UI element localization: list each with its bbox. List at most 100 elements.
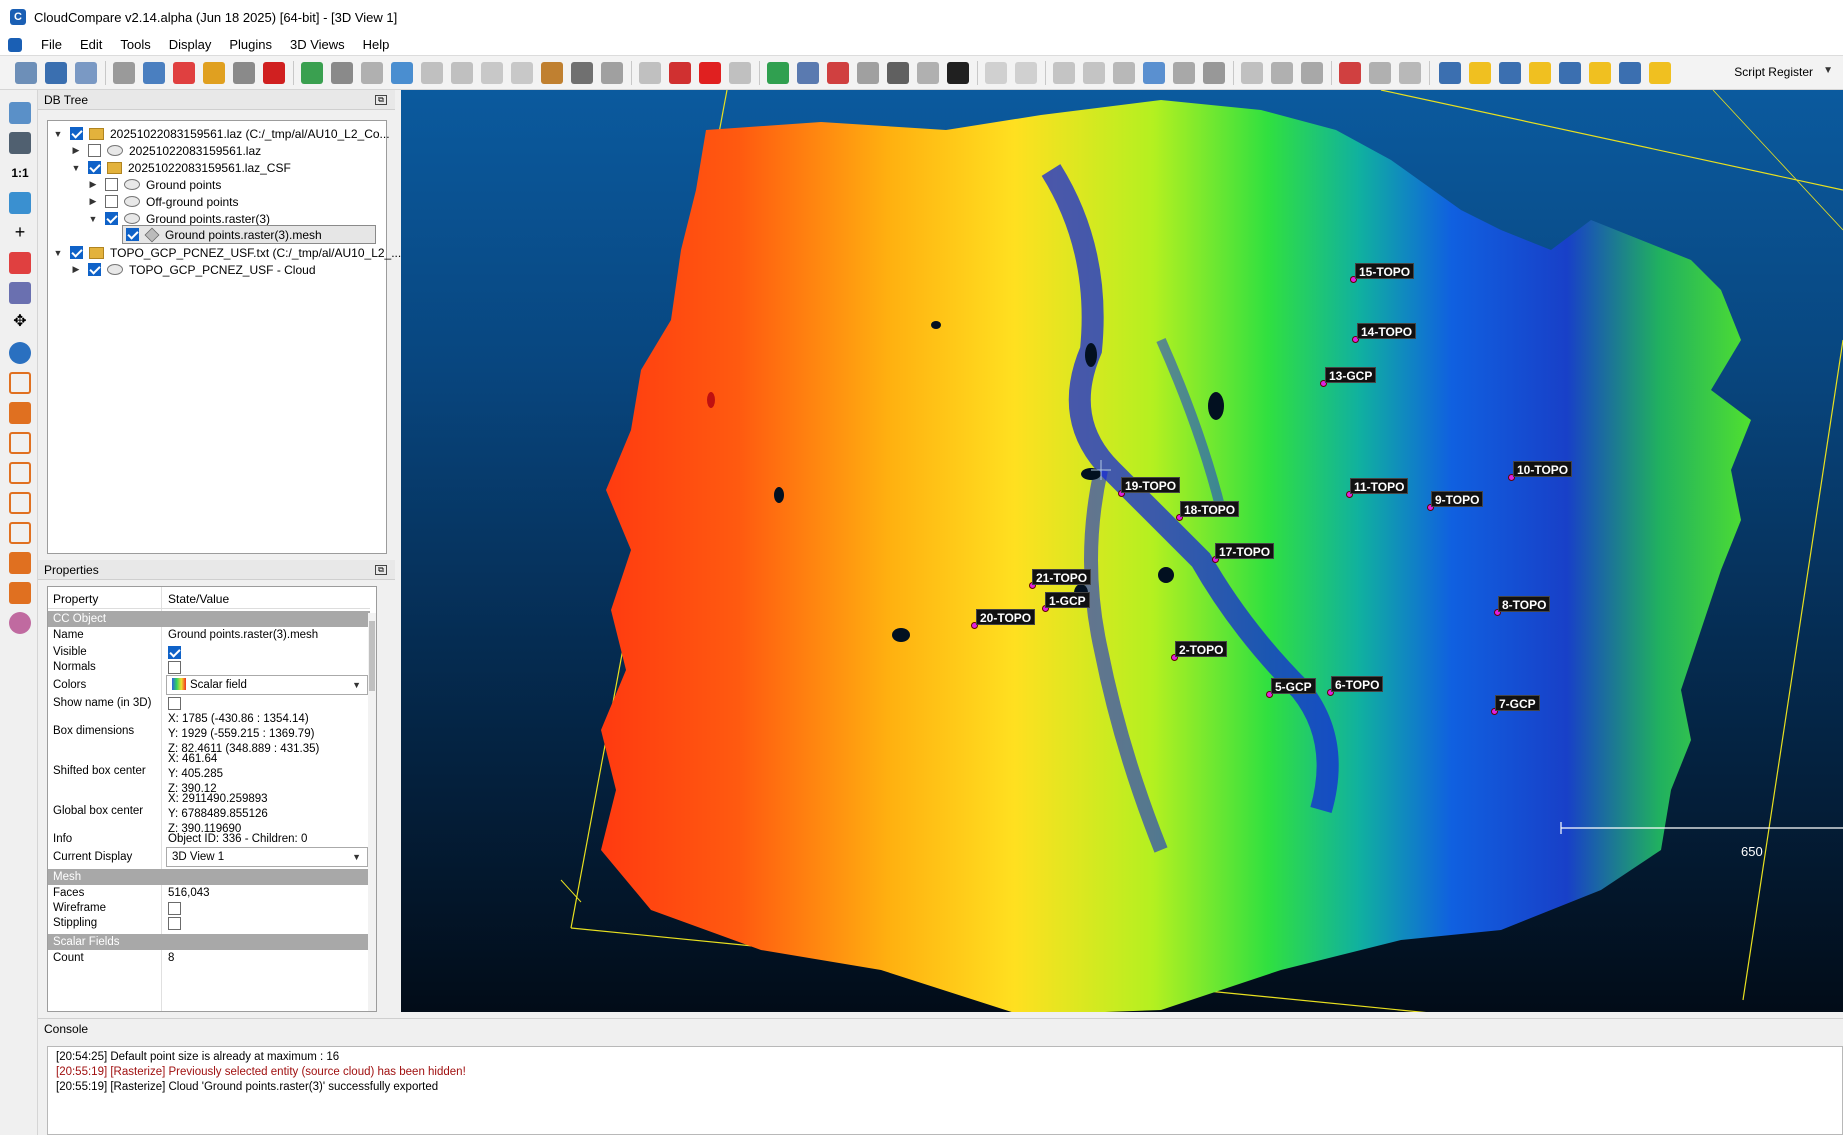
camera-icon[interactable] <box>9 132 31 154</box>
console-log[interactable]: [20:54:25] Default point size is already… <box>47 1046 1843 1135</box>
bounding-icon[interactable] <box>481 62 503 84</box>
expand-arrow-icon[interactable]: ▼ <box>52 129 64 139</box>
colors-icon[interactable] <box>203 62 225 84</box>
list-icon[interactable] <box>143 62 165 84</box>
properties-scrollbar[interactable] <box>368 613 376 1011</box>
sample-icon[interactable] <box>421 62 443 84</box>
menu-file[interactable]: File <box>32 37 71 52</box>
cc-icon[interactable] <box>511 62 533 84</box>
front-iso-icon[interactable] <box>9 552 31 574</box>
mls-icon[interactable] <box>1301 62 1323 84</box>
gcp-label-18-topo[interactable]: 18-TOPO <box>1180 501 1240 517</box>
gcp-label-17-topo[interactable]: 17-TOPO <box>1215 543 1275 559</box>
zoom-icon[interactable] <box>9 342 31 364</box>
expand-arrow-icon[interactable]: ▼ <box>52 248 64 258</box>
gcp-label-9-topo[interactable]: 9-TOPO <box>1431 491 1484 507</box>
display-icon[interactable] <box>9 102 31 124</box>
expand-arrow-icon[interactable]: ▶ <box>70 145 82 156</box>
export-icon[interactable] <box>1399 62 1421 84</box>
gcp-label-1-gcp[interactable]: 1-GCP <box>1045 592 1090 608</box>
distance-icon[interactable] <box>451 62 473 84</box>
subsample-icon[interactable] <box>361 62 383 84</box>
python-info-icon[interactable] <box>1499 62 1521 84</box>
visibility-checkbox[interactable] <box>70 246 83 259</box>
gcp-label-15-topo[interactable]: 15-TOPO <box>1355 263 1415 279</box>
merge-icon[interactable] <box>233 62 255 84</box>
move-icon[interactable]: ✥ <box>9 312 31 334</box>
visibility-checkbox[interactable] <box>105 178 118 191</box>
view-bottom-icon[interactable] <box>9 522 31 544</box>
plot-icon[interactable] <box>797 62 819 84</box>
visibility-checkbox[interactable] <box>88 263 101 276</box>
crosshair-icon[interactable] <box>669 62 691 84</box>
expand-arrow-icon[interactable]: ▼ <box>70 163 82 173</box>
ssd-icon[interactable] <box>1143 62 1165 84</box>
normal-icon[interactable] <box>729 62 751 84</box>
db-tree[interactable]: ▼ 20251022083159561.laz (C:/_tmp/al/AU10… <box>47 120 401 554</box>
gcp-label-2-topo[interactable]: 2-TOPO <box>1175 641 1228 657</box>
visibility-checkbox[interactable] <box>126 228 139 241</box>
open-file-icon[interactable] <box>15 62 37 84</box>
perspective-icon[interactable] <box>9 282 31 304</box>
name-value[interactable]: Ground points.raster(3).mesh <box>168 629 318 641</box>
ratio-button[interactable]: 1:1 <box>9 162 31 184</box>
python-package-icon[interactable] <box>1589 62 1611 84</box>
gcp-label-7-gcp[interactable]: 7-GCP <box>1495 695 1540 711</box>
visibility-checkbox[interactable] <box>70 127 83 140</box>
pivot-icon[interactable]: + <box>9 222 31 244</box>
visibility-checkbox[interactable] <box>88 144 101 157</box>
view-right-icon[interactable] <box>9 492 31 514</box>
menu-plugins[interactable]: Plugins <box>220 37 281 52</box>
show-name-checkbox[interactable] <box>168 697 181 710</box>
gcp-label-14-topo[interactable]: 14-TOPO <box>1357 323 1417 339</box>
min-max-icon[interactable] <box>827 62 849 84</box>
scissors-icon[interactable] <box>639 62 661 84</box>
sf-filter-icon[interactable] <box>857 62 879 84</box>
sor-icon[interactable] <box>601 62 623 84</box>
tree-item-raster-mesh[interactable]: Ground points.raster(3).mesh <box>122 225 376 244</box>
visible-checkbox[interactable] <box>168 646 181 659</box>
gcp-label-19-topo[interactable]: 19-TOPO <box>1121 477 1181 493</box>
grid-icon[interactable] <box>391 62 413 84</box>
gcp-label-5-gcp[interactable]: 5-GCP <box>1271 678 1316 694</box>
globe-icon[interactable] <box>1203 62 1225 84</box>
script-register-dropdown[interactable]: Script Register <box>1734 65 1813 79</box>
gcp-label-11-topo[interactable]: 11-TOPO <box>1350 478 1409 494</box>
clone-icon[interactable] <box>75 62 97 84</box>
plane-icon[interactable] <box>699 62 721 84</box>
colors-dropdown[interactable]: Scalar field ▼ <box>166 675 368 695</box>
expand-arrow-icon[interactable]: ▼ <box>87 214 99 224</box>
save-icon[interactable] <box>45 62 67 84</box>
translate-rotate-icon[interactable] <box>113 62 135 84</box>
python-run-icon[interactable] <box>1469 62 1491 84</box>
wireframe-checkbox[interactable] <box>168 902 181 915</box>
gcp-label-8-topo[interactable]: 8-TOPO <box>1498 596 1551 612</box>
gcp-label-20-topo[interactable]: 20-TOPO <box>976 609 1036 625</box>
menu-3d-views[interactable]: 3D Views <box>281 37 354 52</box>
expand-arrow-icon[interactable]: ▶ <box>87 196 99 207</box>
python-settings-icon[interactable] <box>1649 62 1671 84</box>
segment-icon[interactable] <box>331 62 353 84</box>
canupo-create-icon[interactable] <box>985 62 1007 84</box>
menu-edit[interactable]: Edit <box>71 37 111 52</box>
menu-tools[interactable]: Tools <box>111 37 159 52</box>
view-front-icon[interactable] <box>9 402 31 424</box>
gcp-label-21-topo[interactable]: 21-TOPO <box>1032 569 1092 585</box>
bezier-icon[interactable] <box>1339 62 1361 84</box>
kd-tree-icon[interactable] <box>1053 62 1075 84</box>
3d-view[interactable]: 15-TOPO 14-TOPO 13-GCP 10-TOPO 19-TOPO 1… <box>401 90 1843 1012</box>
stereo-icon[interactable] <box>9 612 31 634</box>
sphere-icon[interactable] <box>1173 62 1195 84</box>
python-edit-icon[interactable] <box>1439 62 1461 84</box>
sf-icon[interactable] <box>947 62 969 84</box>
stippling-checkbox[interactable] <box>168 917 181 930</box>
view-left-icon[interactable] <box>9 432 31 454</box>
menu-display[interactable]: Display <box>160 37 221 52</box>
gcp-label-6-topo[interactable]: 6-TOPO <box>1331 676 1384 692</box>
properties-table[interactable]: Property State/Value CC Object Name Groun… <box>47 586 377 1012</box>
python-icon[interactable] <box>1529 62 1551 84</box>
float-panel-icon[interactable]: ⧉ <box>375 564 387 575</box>
histogram-icon[interactable] <box>767 62 789 84</box>
add-icon[interactable] <box>887 62 909 84</box>
n-c-icon[interactable] <box>1271 62 1293 84</box>
